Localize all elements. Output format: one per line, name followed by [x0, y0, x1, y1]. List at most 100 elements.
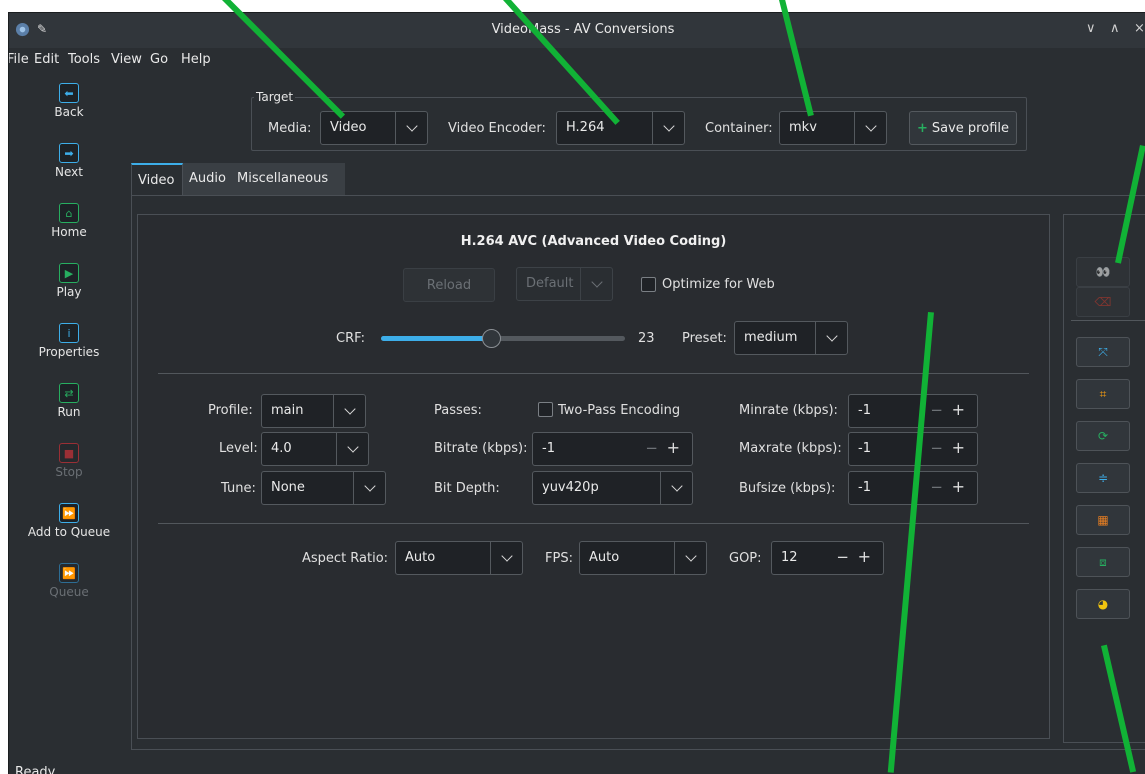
decrement-icon[interactable]: − — [930, 439, 943, 457]
close-button[interactable]: × — [1134, 21, 1145, 36]
container-value: mkv — [789, 120, 817, 135]
decrement-icon[interactable]: − — [645, 439, 658, 457]
queue-icon: ⏩ — [59, 563, 79, 583]
sidebar-item-run[interactable]: ⇄ Run — [9, 383, 129, 419]
increment-icon[interactable]: + — [952, 477, 965, 496]
sidebar-item-back[interactable]: ⬅ Back — [9, 83, 129, 119]
menu-help[interactable]: Help — [181, 52, 211, 67]
media-label: Media: — [268, 121, 312, 136]
minimize-button[interactable]: ∨ — [1086, 21, 1096, 36]
add-to-queue-icon: ⏩ — [59, 503, 79, 523]
gop-spinbox[interactable]: 12 − + — [771, 541, 884, 575]
profile-label: Profile: — [208, 403, 253, 418]
tab-video[interactable]: Video — [131, 163, 183, 196]
decrement-icon[interactable]: − — [836, 548, 849, 566]
preset-select[interactable]: medium — [734, 321, 848, 355]
preview-button[interactable]: 👀 — [1076, 257, 1130, 287]
deinterlace-icon: ≑ — [1097, 471, 1109, 485]
sidebar-item-home[interactable]: ⌂ Home — [9, 203, 129, 239]
stabilize-button[interactable]: ⧈ — [1076, 547, 1130, 577]
sidebar-item-label: Home — [51, 225, 87, 239]
sidebar-item-label: Stop — [55, 465, 83, 479]
rotate-button[interactable]: ⟳ — [1076, 421, 1130, 451]
fps-select[interactable]: Auto — [579, 541, 707, 575]
two-pass-label: Two-Pass Encoding — [558, 403, 681, 418]
color-correction-icon: ◕ — [1097, 597, 1109, 611]
video-encoder-value: H.264 — [566, 120, 605, 135]
chevron-down-icon — [580, 268, 612, 300]
save-profile-button[interactable]: + Save profile — [909, 111, 1017, 145]
sidebar-item-label: Properties — [38, 345, 100, 359]
maxrate-spinbox[interactable]: -1 − + — [848, 432, 978, 466]
bufsize-label: Bufsize (kbps): — [739, 481, 836, 496]
sidebar-item-queue[interactable]: ⏩ Queue — [9, 563, 129, 599]
stop-icon: ■ — [59, 443, 79, 463]
menu-file[interactable]: File — [9, 52, 29, 67]
sidebar-item-stop[interactable]: ■ Stop — [9, 443, 129, 479]
sidebar-item-play[interactable]: ▶ Play — [9, 263, 129, 299]
chevron-down-icon — [333, 395, 365, 427]
color-correction-button[interactable]: ◕ — [1076, 589, 1130, 619]
status-bar: Ready — [15, 765, 56, 774]
two-pass-checkbox[interactable] — [538, 402, 553, 417]
chevron-down-icon — [815, 322, 847, 354]
reload-button[interactable]: Reload — [403, 268, 495, 302]
preset-label: Preset: — [682, 331, 727, 346]
media-select[interactable]: Video — [320, 111, 428, 145]
menu-tools[interactable]: Tools — [68, 52, 100, 67]
increment-icon[interactable]: + — [952, 438, 965, 457]
tab-audio[interactable]: Audio — [183, 163, 231, 196]
crf-slider-fill — [381, 336, 491, 341]
codec-heading: H.264 AVC (Advanced Video Coding) — [460, 234, 727, 249]
container-select[interactable]: mkv — [779, 111, 887, 145]
sidebar-item-next[interactable]: ➡ Next — [9, 143, 129, 179]
video-encoder-select[interactable]: H.264 — [556, 111, 685, 145]
container-label: Container: — [705, 121, 773, 136]
crop-button[interactable]: ⌗ — [1076, 379, 1130, 409]
preview-icon: 👀 — [1095, 265, 1111, 279]
bit-depth-label: Bit Depth: — [434, 481, 500, 496]
menu-view[interactable]: View — [111, 52, 142, 67]
tab-miscellaneous[interactable]: Miscellaneous — [231, 163, 345, 196]
chevron-down-icon — [336, 433, 368, 465]
back-arrow-icon: ⬅ — [59, 83, 79, 103]
chevron-down-icon — [353, 472, 385, 504]
chevron-down-icon — [660, 472, 692, 504]
menu-go[interactable]: Go — [150, 52, 168, 67]
clear-filters-button[interactable]: ⌫ — [1076, 287, 1130, 317]
crf-slider-handle[interactable] — [481, 329, 501, 348]
video-encoder-label: Video Encoder: — [448, 121, 546, 136]
optimize-web-checkbox[interactable] — [641, 277, 656, 292]
denoise-button[interactable]: ▦ — [1076, 505, 1130, 535]
properties-icon: i — [59, 323, 79, 343]
sidebar-item-label: Back — [54, 105, 84, 119]
increment-icon[interactable]: + — [858, 547, 871, 566]
deinterlace-button[interactable]: ≑ — [1076, 463, 1130, 493]
increment-icon[interactable]: + — [952, 400, 965, 419]
minrate-spinbox[interactable]: -1 − + — [848, 394, 978, 428]
sidebar-item-label: Queue — [49, 585, 89, 599]
sidebar-item-properties[interactable]: i Properties — [9, 323, 129, 359]
chevron-down-icon — [854, 112, 886, 144]
profile-select[interactable]: main — [261, 394, 366, 428]
level-select[interactable]: 4.0 — [261, 432, 369, 466]
home-icon: ⌂ — [59, 203, 79, 223]
increment-icon[interactable]: + — [667, 438, 680, 457]
sidebar-item-add-to-queue[interactable]: ⏩ Add to Queue — [9, 503, 129, 539]
default-select[interactable]: Default — [516, 267, 613, 301]
aspect-ratio-select[interactable]: Auto — [395, 541, 523, 575]
sidebar-item-label: Next — [55, 165, 83, 179]
level-value: 4.0 — [271, 441, 292, 456]
maximize-button[interactable]: ∧ — [1110, 21, 1120, 36]
tune-select[interactable]: None — [261, 471, 386, 505]
preset-value: medium — [744, 330, 798, 345]
resize-button[interactable]: ⤧ — [1076, 337, 1130, 367]
save-profile-label: Save profile — [931, 120, 1009, 136]
decrement-icon[interactable]: − — [930, 478, 943, 496]
level-label: Level: — [219, 441, 258, 456]
bitrate-spinbox[interactable]: -1 − + — [532, 432, 693, 466]
bit-depth-select[interactable]: yuv420p — [532, 471, 693, 505]
decrement-icon[interactable]: − — [930, 401, 943, 419]
menu-edit[interactable]: Edit — [34, 52, 59, 67]
maxrate-label: Maxrate (kbps): — [739, 441, 842, 456]
